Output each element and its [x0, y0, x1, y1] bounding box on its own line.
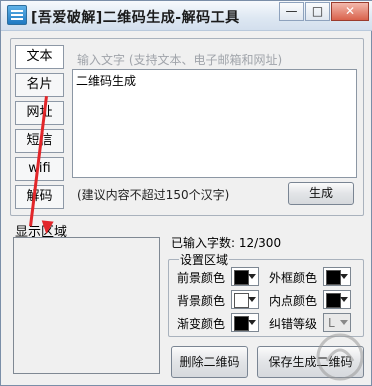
settings-title: 设置区域: [179, 251, 230, 268]
char-count: 已输入字数: 12/300: [171, 236, 282, 250]
frame-color-label: 外框颜色: [269, 271, 318, 285]
foreground-color-label: 前景颜色: [177, 271, 226, 285]
tab-text[interactable]: 文本: [15, 45, 64, 69]
input-placeholder: 输入文字 (支持文本、电子邮箱和网址): [77, 53, 283, 67]
delete-qr-button[interactable]: 删除二维码: [171, 346, 248, 378]
tab-vcard[interactable]: 名片: [15, 73, 64, 97]
inner-dot-color-label: 内点颜色: [269, 294, 318, 308]
qr-display-area: [13, 237, 160, 374]
chevron-down-icon: [340, 274, 348, 279]
chevron-down-icon: [248, 274, 256, 279]
length-hint: (建议内容不超过150个汉字): [77, 188, 230, 202]
annotation-arrow-head: [40, 220, 54, 235]
app-qr-icon: [7, 5, 27, 25]
tab-decode[interactable]: 解码: [15, 185, 64, 209]
foreground-color-picker[interactable]: [231, 267, 259, 286]
window-title: [吾爱破解]二维码生成-解码工具: [31, 10, 240, 26]
content-text: 二维码生成: [76, 74, 137, 88]
gradient-color-picker[interactable]: [231, 313, 259, 332]
close-button[interactable]: ✕: [331, 2, 369, 21]
chevron-down-icon: [248, 297, 256, 302]
frame-color-picker[interactable]: [323, 267, 351, 286]
error-level-label: 纠错等级: [269, 317, 318, 331]
restore-button[interactable]: □: [305, 2, 330, 21]
background-color-picker[interactable]: [231, 290, 259, 309]
tab-url[interactable]: 网址: [15, 101, 64, 125]
chevron-down-icon: [340, 297, 348, 302]
chevron-down-icon: [340, 320, 348, 325]
app-window: [吾爱破解]二维码生成-解码工具 — □ ✕ 文本 名片 网址 短信 wifi …: [0, 0, 372, 386]
generate-button[interactable]: 生成: [288, 182, 354, 205]
inner-dot-color-picker[interactable]: [323, 290, 351, 309]
gradient-color-label: 渐变颜色: [177, 317, 226, 331]
error-level-select[interactable]: L: [323, 313, 351, 332]
watermark-logo-icon: [316, 333, 364, 381]
chevron-down-icon: [248, 320, 256, 325]
error-level-value: L: [328, 316, 335, 330]
minimize-button[interactable]: —: [279, 2, 304, 21]
background-color-label: 背景颜色: [177, 294, 226, 308]
title-bar: [吾爱破解]二维码生成-解码工具 — □ ✕: [1, 1, 372, 31]
